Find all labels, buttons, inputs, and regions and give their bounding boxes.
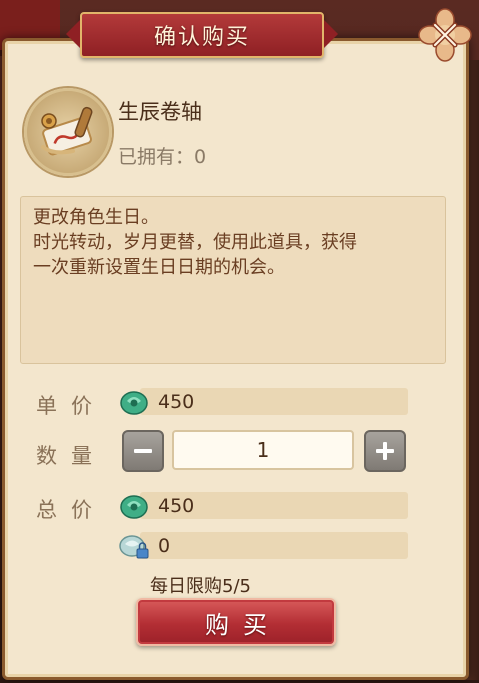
decrease-quantity-button[interactable] [122,430,164,472]
item-name: 生辰卷轴 [118,100,202,124]
description-line-3: 一次重新设置生日日期的机会。 [33,257,285,278]
bound-jade-icon [119,535,149,559]
unit-price-value: 450 [158,391,195,413]
dialog-title: 确认购买 [153,25,250,50]
quantity-input[interactable]: 1 [172,430,354,470]
description-line-2: 时光转动，岁月更替，使用此道具，获得 [33,232,357,253]
increase-quantity-button[interactable] [364,430,406,472]
quantity-value: 1 [256,438,270,462]
buy-button[interactable]: 购买 [136,598,336,646]
owned-count: 0 [194,146,207,168]
bound-currency-value: 0 [158,535,171,557]
description-line-1: 更改角色生日。 [33,207,159,228]
owned-label: 已拥有： [118,146,195,168]
daily-limit: 每日限购5/5 [150,576,251,597]
buy-button-label: 购买 [205,610,281,639]
item-icon-frame [24,88,112,176]
unit-price-label: 单价 [36,394,106,418]
scroll-icon [41,106,93,156]
minus-icon [134,449,152,453]
item-description: 更改角色生日。 时光转动，岁月更替，使用此道具，获得 一次重新设置生日日期的机会… [20,196,446,364]
title-banner: 确认购买 [66,12,338,58]
jade-icon [120,391,148,415]
owned-count-row: 已拥有：0 [118,142,206,169]
quantity-label: 数量 [36,444,106,468]
jade-icon [120,495,148,519]
total-price-label: 总价 [36,498,106,522]
total-price-value: 450 [158,495,195,517]
bound-currency-bar [140,532,408,559]
plus-icon [376,442,394,460]
close-icon [418,8,472,62]
close-button[interactable] [418,8,472,62]
